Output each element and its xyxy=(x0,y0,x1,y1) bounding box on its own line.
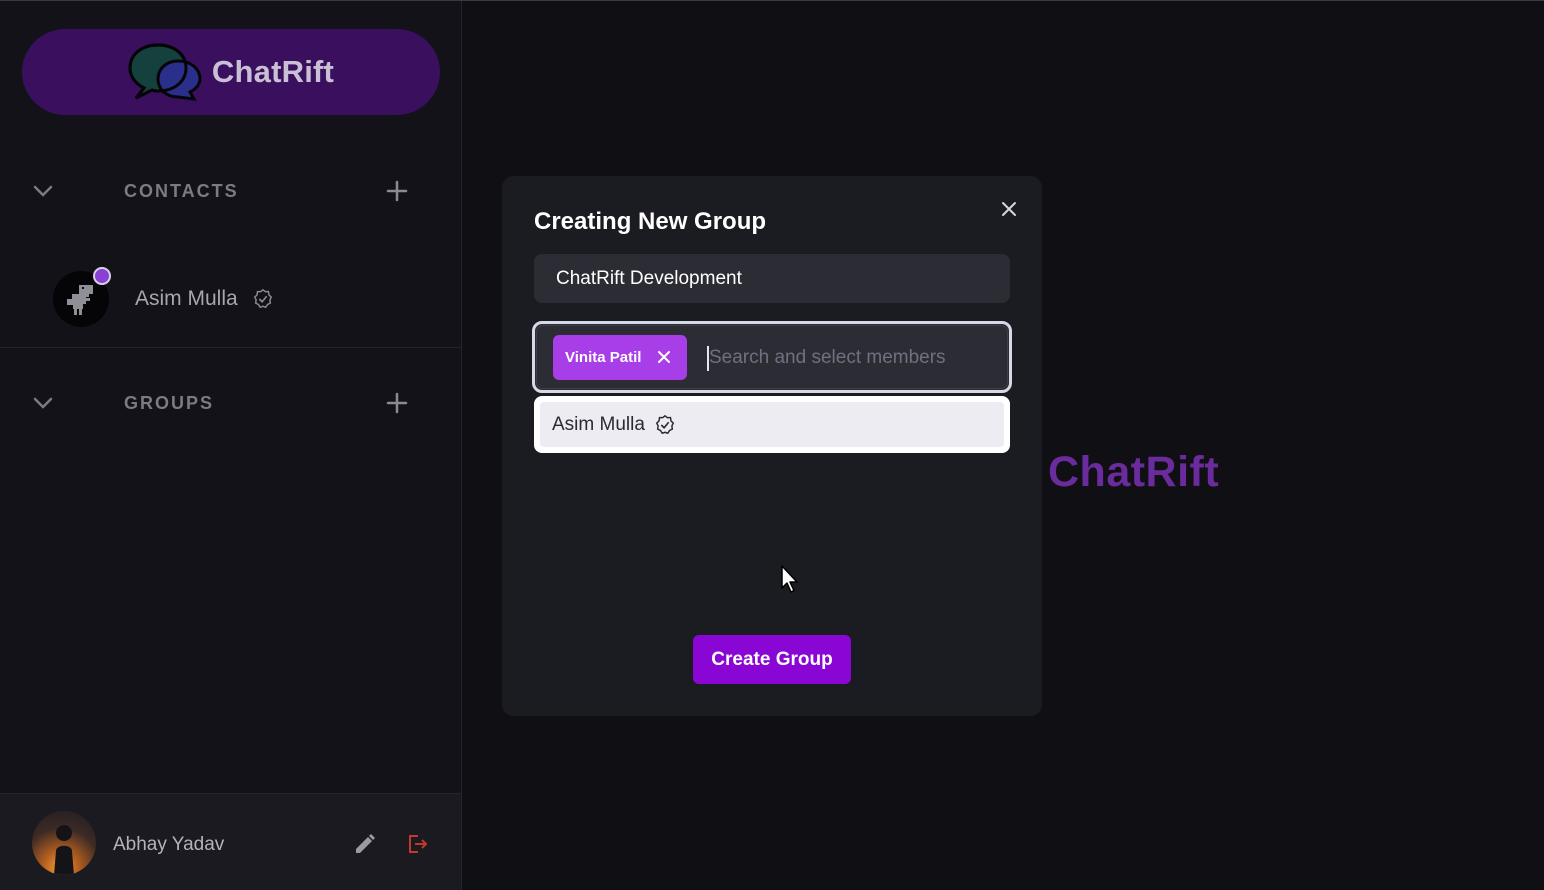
member-multiselect[interactable]: Vinita Patil xyxy=(532,321,1012,393)
contacts-section-header: CONTACTS xyxy=(0,171,461,211)
groups-section-label: GROUPS xyxy=(124,392,215,413)
silhouette-icon xyxy=(54,825,74,875)
add-contact-plus-icon[interactable] xyxy=(385,179,409,203)
add-group-plus-icon[interactable] xyxy=(385,391,409,415)
dropdown-option[interactable]: Asim Mulla xyxy=(540,402,1004,447)
member-search-input[interactable] xyxy=(707,334,1001,382)
member-dropdown: Asim Mulla xyxy=(534,396,1010,453)
contacts-section-label: CONTACTS xyxy=(124,180,239,201)
app-logo: ChatRift xyxy=(22,29,440,115)
chevron-down-icon[interactable] xyxy=(31,179,55,203)
verified-badge-icon xyxy=(252,288,274,310)
app-root: ChatRift CONTACTS Asim Mulla GROUPS Abha… xyxy=(0,0,1544,890)
contact-name: Asim Mulla xyxy=(135,287,238,310)
create-group-button[interactable]: Create Group xyxy=(693,635,851,684)
background-brand-text: ChatRift xyxy=(1048,448,1220,496)
current-user-footer: Abhay Yadav xyxy=(0,793,461,890)
chevron-down-icon[interactable] xyxy=(31,391,55,415)
contact-list-item[interactable]: Asim Mulla xyxy=(0,257,461,348)
verified-badge-icon xyxy=(654,414,676,436)
modal-title: Creating New Group xyxy=(534,208,767,235)
selected-member-chip: Vinita Patil xyxy=(553,335,687,380)
edit-pencil-icon[interactable] xyxy=(353,832,377,856)
app-logo-text: ChatRift xyxy=(211,54,335,89)
groups-section-header: GROUPS xyxy=(0,383,461,423)
user-avatar[interactable] xyxy=(32,811,96,875)
chat-bubbles-logo-icon xyxy=(128,43,202,101)
online-status-dot xyxy=(93,267,111,285)
dropdown-option-name: Asim Mulla xyxy=(552,414,645,435)
remove-member-close-icon[interactable] xyxy=(654,347,674,367)
close-icon[interactable] xyxy=(998,198,1020,220)
selected-member-name: Vinita Patil xyxy=(565,349,642,366)
current-user-name: Abhay Yadav xyxy=(113,834,225,855)
create-group-modal: Creating New Group Vinita Patil Asim Mul… xyxy=(502,176,1042,716)
contact-avatar xyxy=(53,267,111,327)
group-name-input[interactable] xyxy=(534,254,1010,303)
logout-icon[interactable] xyxy=(405,832,429,856)
mouse-pointer-icon xyxy=(780,565,802,595)
sidebar: ChatRift CONTACTS Asim Mulla GROUPS Abha… xyxy=(0,1,462,890)
